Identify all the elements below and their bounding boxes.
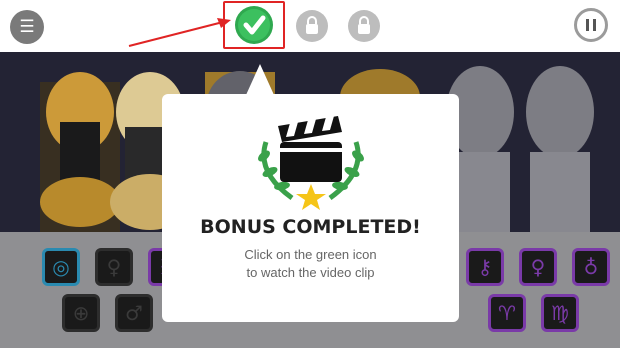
pause-icon[interactable] (574, 8, 608, 42)
circle-target-icon-glyph: ◎ (52, 255, 70, 279)
virgo-icon[interactable]: ♍ (541, 294, 579, 332)
hamburger-menu-icon[interactable]: ☰ (10, 10, 44, 44)
earth-icon[interactable]: ♁ (572, 248, 610, 286)
venus-icon-glyph: ♀ (530, 255, 546, 279)
top-bar: ☰ (0, 0, 620, 52)
lock-icon[interactable] (296, 10, 328, 42)
dialog-title: BONUS COMPLETED! (200, 216, 421, 238)
lock-icon[interactable] (348, 10, 380, 42)
chiron-icon-glyph: ⚷ (477, 255, 493, 279)
circle-cross-icon-glyph: ⊕ (72, 301, 90, 325)
male-sign-icon-glyph: ♂ (125, 301, 143, 325)
aries-icon[interactable]: ♈ (488, 294, 526, 332)
chiron-icon[interactable]: ⚷ (466, 248, 504, 286)
circle-cross-icon[interactable]: ⊕ (62, 294, 100, 332)
female-sign-icon[interactable]: ♀ (95, 248, 133, 286)
virgo-icon-glyph: ♍ (551, 301, 569, 325)
green-checkmark-icon[interactable] (235, 6, 273, 44)
red-arrow-icon (128, 18, 231, 47)
aries-icon-glyph: ♈ (498, 301, 516, 325)
male-sign-icon[interactable]: ♂ (115, 294, 153, 332)
female-sign-icon-glyph: ♀ (106, 255, 122, 279)
bonus-dialog: BONUS COMPLETED! Click on the green icon… (162, 94, 459, 322)
dialog-pointer (246, 64, 274, 95)
circle-target-icon[interactable]: ◎ (42, 248, 80, 286)
earth-icon-glyph: ♁ (583, 255, 599, 279)
dialog-message-line-1: Click on the green icon (244, 247, 377, 262)
venus-icon[interactable]: ♀ (519, 248, 557, 286)
dialog-message-line-2: to watch the video clip (246, 265, 375, 280)
dialog-message: Click on the green icon to watch the vid… (162, 246, 459, 282)
clapperboard-laurel-star-icon (258, 116, 364, 210)
